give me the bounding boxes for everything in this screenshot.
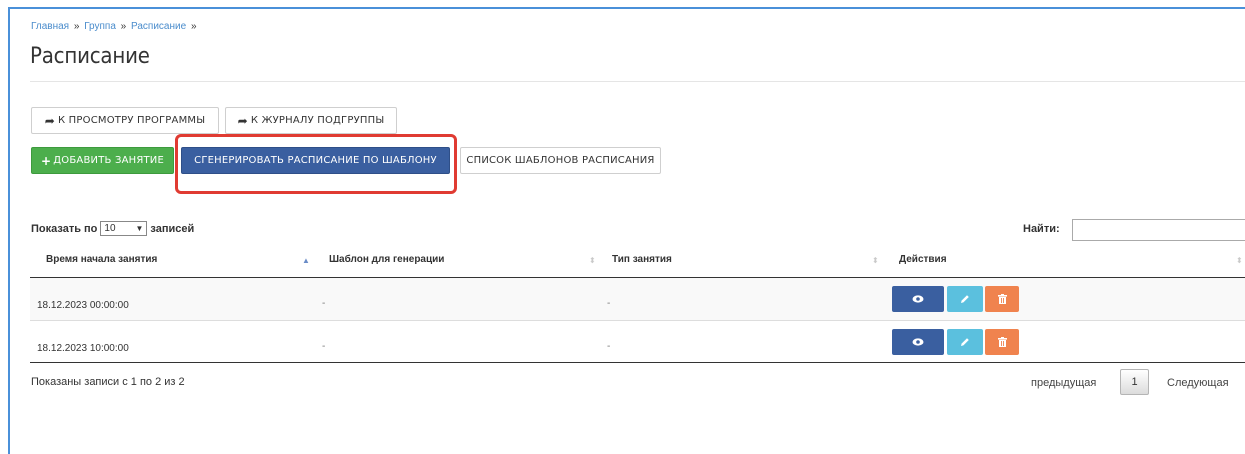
table-info: Показаны записи с 1 по 2 из 2 [31,376,185,388]
page-length-prefix: Показать по [31,222,98,235]
cell-lesson-type: - [607,341,611,352]
table-row [30,321,1245,363]
cell-lesson-type: - [607,298,611,309]
window-frame-left [8,7,10,454]
breadcrumb-home[interactable]: Главная [31,21,69,32]
plus-icon: + [41,153,52,168]
column-lesson-type[interactable]: Тип занятия [612,254,672,265]
add-lesson-button[interactable]: + ДОБАВИТЬ ЗАНЯТИЕ [31,147,174,174]
breadcrumb-separator: » [190,21,197,32]
trash-icon [997,294,1007,304]
template-list-button[interactable]: СПИСОК ШАБЛОНОВ РАСПИСАНИЯ [460,147,661,174]
table-row [30,278,1245,320]
view-button[interactable] [892,329,944,355]
breadcrumb-separator: » [73,21,80,32]
view-program-label: К ПРОСМОТРУ ПРОГРАММЫ [58,115,206,126]
sort-asc-icon: ▲ [302,256,310,265]
column-actions: Действия [899,254,947,265]
highlight-box [175,134,457,194]
search-input[interactable] [1072,219,1245,241]
eye-icon [912,295,924,303]
column-template[interactable]: Шаблон для генерации [329,254,444,265]
add-lesson-label: ДОБАВИТЬ ЗАНЯТИЕ [53,155,164,166]
cell-template: - [322,298,326,309]
title-divider [30,81,1245,82]
share-arrow-icon: ➦ [237,113,248,128]
pagination-previous[interactable]: предыдущая [1031,377,1096,389]
search-label: Найти: [1023,223,1060,235]
pencil-icon [961,338,969,346]
view-program-button[interactable]: ➦ К ПРОСМОТРУ ПРОГРАММЫ [31,107,219,134]
sort-icon: ⬍ [1236,256,1243,265]
subgroup-journal-label: К ЖУРНАЛУ ПОДГРУППЫ [250,115,385,126]
delete-button[interactable] [985,286,1019,312]
cell-start-time: 18.12.2023 00:00:00 [37,300,129,311]
chevron-down-icon: ▼ [135,224,144,233]
page-length-select[interactable]: 10 ▼ [100,221,148,236]
page-length-control: Показать по 10 ▼ записей [31,221,194,236]
eye-icon [912,338,924,346]
sort-icon: ⬍ [872,256,879,265]
pagination-page-1[interactable]: 1 [1120,369,1149,395]
view-button[interactable] [892,286,944,312]
pagination-next[interactable]: Следующая [1167,377,1229,389]
sort-icon: ⬍ [589,256,596,265]
breadcrumb-group[interactable]: Группа [84,21,116,32]
table-bottom-border [30,362,1245,363]
page-title: Расписание [30,44,150,69]
pencil-icon [961,295,969,303]
window-frame-top [8,7,1245,9]
share-arrow-icon: ➦ [44,113,55,128]
trash-icon [997,337,1007,347]
breadcrumb: Главная » Группа » Расписание » [31,21,199,32]
template-list-label: СПИСОК ШАБЛОНОВ РАСПИСАНИЯ [466,155,655,166]
breadcrumb-schedule[interactable]: Расписание [131,21,186,32]
edit-button[interactable] [947,286,983,312]
column-start-time[interactable]: Время начала занятия [46,254,157,265]
breadcrumb-separator: » [120,21,127,32]
edit-button[interactable] [947,329,983,355]
cell-template: - [322,341,326,352]
page-length-value: 10 [104,223,116,234]
subgroup-journal-button[interactable]: ➦ К ЖУРНАЛУ ПОДГРУППЫ [225,107,397,134]
delete-button[interactable] [985,329,1019,355]
cell-start-time: 18.12.2023 10:00:00 [37,343,129,354]
page-length-suffix: записей [150,222,195,235]
